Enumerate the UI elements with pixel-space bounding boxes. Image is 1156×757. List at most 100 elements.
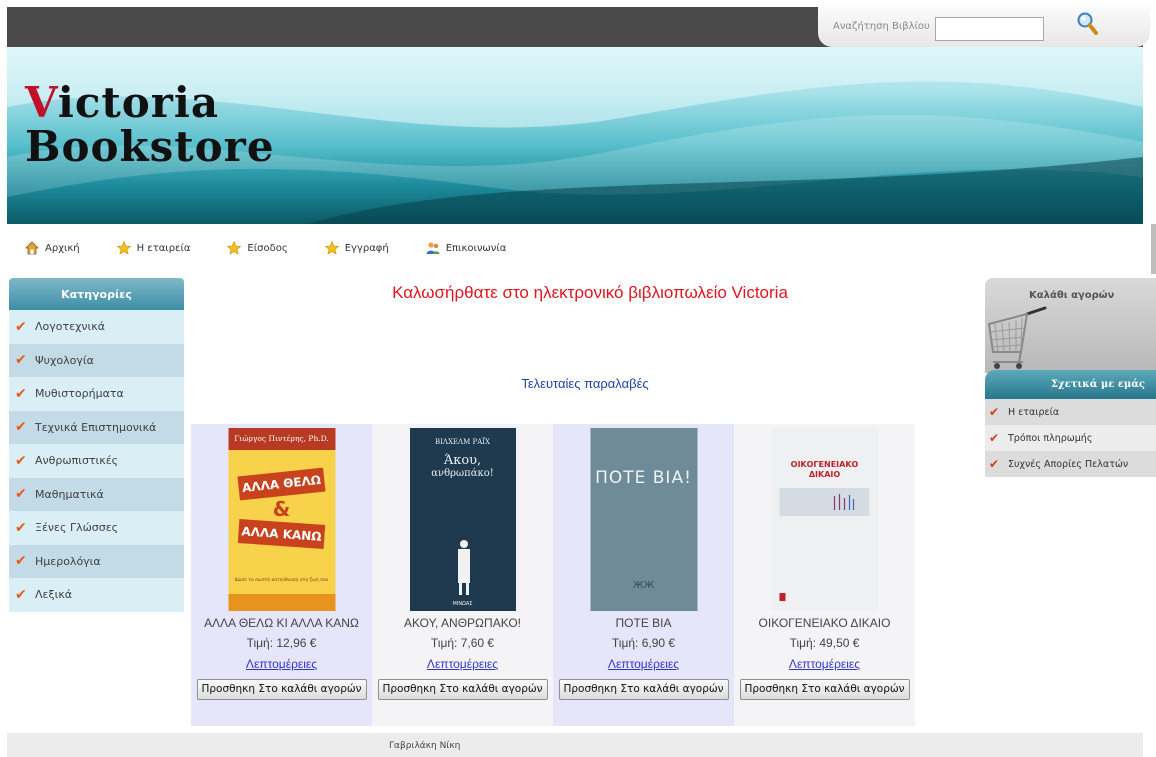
product-title: ΑΛΛΑ ΘΕΛΩ ΚΙ ΑΛΛΑ ΚΑΝΩ [204,616,359,630]
cover-title-1: Άκου, [443,453,482,468]
category-label: Ψυχολογία [35,353,94,367]
product-card: ΒΙΛΧΕΛΜ ΡΑΪΧ Άκου, ανθρωπάκο! ΜΙΝΩΑΣ ΑΚΟ… [372,424,553,726]
nav-label: Επικοινωνία [445,242,507,254]
check-icon: ✔ [15,419,27,436]
book-cover[interactable]: ΒΙΛΧΕΛΜ ΡΑΪΧ Άκου, ανθρωπάκο! ΜΙΝΩΑΣ [409,428,516,611]
category-item[interactable]: ✔ Τεχνικά Επιστημονικά [9,410,184,444]
category-item[interactable]: ✔ Μυθιστορήματα [9,377,184,411]
about-list: ✔ Η εταιρεία ✔ Τρόποι πληρωμής ✔ Συχνές Απο… [985,399,1156,477]
product-price: Τιμή: 6,90 € [611,636,676,650]
check-icon: ✔ [989,431,1000,445]
cover-title-1: ΑΛΛΑ ΘΕΛΩ [237,467,326,501]
nav-item-login[interactable]: Είσοδος [227,241,288,255]
nav-label: Η εταιρεία [136,242,191,254]
category-item[interactable]: ✔ Ανθρωπιστικές [9,444,184,478]
star-icon [116,241,131,255]
categories-title: Κατηγορίες [9,278,184,310]
nav-item-contact[interactable]: Επικοινωνία [426,241,507,255]
product-price: Τιμή: 12,96 € [246,636,317,650]
book-cover[interactable]: ΠΟΤΕ ΒΙΑ! ЖЖ [590,428,697,611]
shopping-cart-icon [987,306,1047,369]
category-item[interactable]: ✔ Ημερολόγια [9,544,184,578]
category-item[interactable]: ✔ Ψυχολογία [9,343,184,377]
check-icon: ✔ [15,519,27,536]
about-item[interactable]: ✔ Τρόποι πληρωμής [985,425,1156,451]
search-input[interactable] [935,17,1044,41]
search-label: Αναζήτηση Βιβλίου [833,21,930,32]
main-nav: Αρχική Η εταιρεία Είσοδος Εγγραφή Επικοι… [25,236,543,260]
product-title: ΠΟΤΕ ΒΙΑ [615,616,672,630]
latest-arrivals-heading: Τελευταίες παραλαβές [521,376,649,391]
check-icon: ✔ [15,452,27,469]
search-button[interactable] [1076,11,1100,37]
search-box: Αναζήτηση Βιβλίου [818,7,1150,47]
star-icon [227,241,242,255]
product-details-link[interactable]: Λεπτομέρειες [372,657,553,671]
welcome-heading: Καλωσήρθατε στο ηλεκτρονικό βιβλιοπωλείο… [392,283,788,302]
cover-ampersand: & [272,497,291,521]
cover-title-2: ΑΛΛΑ ΚΑΝΩ [237,519,326,549]
check-icon: ✔ [989,405,1000,419]
check-icon: ✔ [15,586,27,603]
cover-title-2: ανθρωπάκο! [431,468,494,479]
check-icon: ✔ [15,352,27,369]
cover-publisher-mark [779,593,785,601]
add-to-cart-button[interactable]: Προσθηκη Στο καλάθι αγορών [739,679,910,700]
categories-sidebar: Κατηγορίες ✔ Λογοτεχνικά ✔ Ψυχολογία ✔ Μυθι… [9,278,184,612]
check-icon: ✔ [15,385,27,402]
product-grid: Γιώργος Πιντέρης, Ph.D. ΑΛΛΑ ΘΕΛΩ & ΑΛΛΑ… [191,424,915,726]
category-item[interactable]: ✔ Λεξικά [9,578,184,612]
cover-author: Γιώργος Πιντέρης, Ph.D. [228,428,335,450]
product-details-link[interactable]: Λεπτομέρειες [734,657,915,671]
cover-figure [457,540,470,595]
category-label: Τεχνικά Επιστημονικά [35,420,157,434]
add-to-cart-button[interactable]: Προσθηκη Στο καλάθι αγορών [196,679,367,700]
nav-label: Αρχική [45,242,80,254]
product-details-link[interactable]: Λεπτομέρειες [553,657,734,671]
category-item[interactable]: ✔ Μαθηματικά [9,477,184,511]
category-label: Λογοτεχνικά [35,320,106,334]
cover-tagline: Δώσε το σωστό κατεύθυνση στη ζωή σου [234,578,329,583]
top-bar: Αναζήτηση Βιβλίου [7,7,1150,47]
categories-list: ✔ Λογοτεχνικά ✔ Ψυχολογία ✔ Μυθιστορήματα ✔… [9,310,184,612]
category-item[interactable]: ✔ Ξένες Γλώσσες [9,511,184,545]
cover-title: ΠΟΤΕ ΒΙΑ! [595,468,692,488]
book-cover[interactable]: ΟΙΚΟΓΕΝΕΙΑΚΟ ΔΙΚΑΙΟ [771,428,878,611]
about-item[interactable]: ✔ Συχνές Απορίες Πελατών [985,451,1156,477]
product-title: ΑΚΟΥ, ΑΝΘΡΩΠΑΚΟ! [403,616,521,630]
magnifier-icon [1077,12,1098,35]
category-label: Ανθρωπιστικές [35,454,119,468]
nav-label: Εγγραφή [344,242,389,254]
nav-item-home[interactable]: Αρχική [25,241,80,255]
book-cover[interactable]: Γιώργος Πιντέρης, Ph.D. ΑΛΛΑ ΘΕΛΩ & ΑΛΛΑ… [228,428,335,611]
cover-figures [779,488,870,516]
nav-item-register[interactable]: Εγγραφή [324,241,389,255]
category-label: Μυθιστορήματα [35,387,124,401]
check-icon: ✔ [15,318,27,335]
about-item[interactable]: ✔ Η εταιρεία [985,399,1156,425]
logo-line1: ictoria [57,78,220,127]
category-item[interactable]: ✔ Λογοτεχνικά [9,310,184,344]
about-label: Συχνές Απορίες Πελατών [1008,458,1129,470]
product-details-link[interactable]: Λεπτομέρειες [191,657,372,671]
scrollbar[interactable] [1151,224,1156,274]
home-icon [25,241,39,255]
category-label: Λεξικά [35,588,73,602]
about-sidebar: Σχετικά με εμάς ✔ Η εταιρεία ✔ Τρόποι πληρ… [985,370,1156,477]
product-title: ΟΙΚΟΓΕΝΕΙΑΚΟ ΔΙΚΑΙΟ [758,616,891,630]
cover-publisher: ΜΙΝΩΑΣ [452,601,473,607]
add-to-cart-button[interactable]: Προσθηκη Στο καλάθι αγορών [377,679,548,700]
product-card: Γιώργος Πιντέρης, Ph.D. ΑΛΛΑ ΘΕΛΩ & ΑΛΛΑ… [191,424,372,726]
add-to-cart-button[interactable]: Προσθηκη Στο καλάθι αγορών [558,679,729,700]
cover-title-1: ΟΙΚΟΓΕΝΕΙΑΚΟ [790,460,859,469]
product-price: Τιμή: 7,60 € [430,636,495,650]
cart-title: Καλάθι αγορών [1029,290,1115,301]
nav-item-company[interactable]: Η εταιρεία [116,241,191,255]
site-logo[interactable]: Victoria Bookstore [25,81,275,169]
about-label: Η εταιρεία [1008,406,1060,418]
header-banner: Victoria Bookstore [7,47,1143,224]
product-card: ΠΟΤΕ ΒΙΑ! ЖЖ ΠΟΤΕ ΒΙΑ Τιμή: 6,90 € Λεπτο… [553,424,734,726]
check-icon: ✔ [15,553,27,570]
about-label: Τρόποι πληρωμής [1008,432,1093,444]
shopping-cart-box[interactable]: Καλάθι αγορών [985,278,1156,373]
